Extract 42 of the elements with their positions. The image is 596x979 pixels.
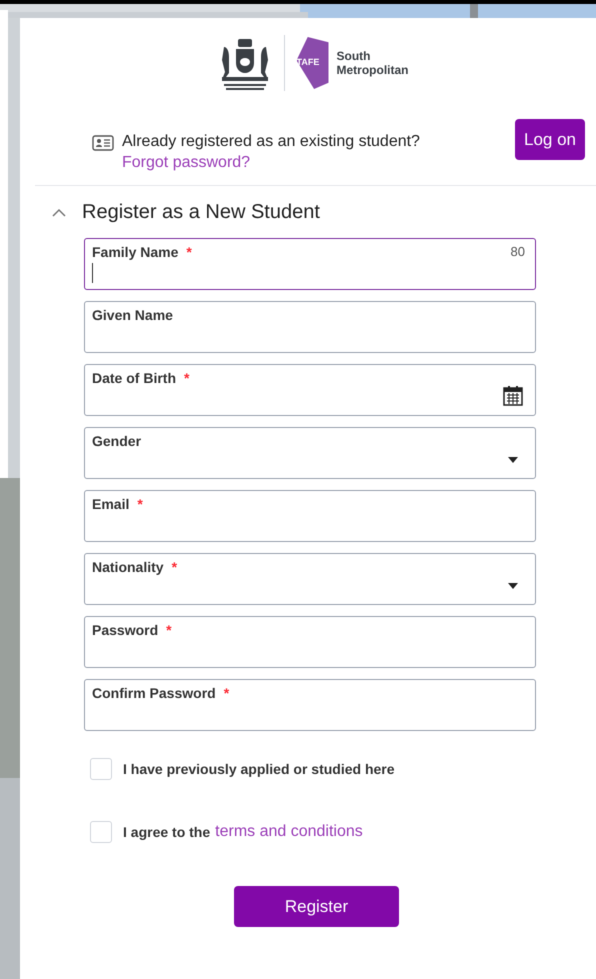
log-on-button[interactable]: Log on — [515, 119, 585, 160]
checkbox[interactable] — [90, 821, 112, 843]
field-label: Gender — [92, 433, 142, 449]
id-card-icon — [92, 135, 114, 151]
character-counter: 80 — [510, 243, 525, 261]
register-button[interactable]: Register — [234, 886, 399, 927]
input-field[interactable]: Confirm Password * — [84, 679, 536, 731]
input-field[interactable]: Gender — [84, 427, 536, 479]
field-label: Password — [92, 622, 158, 638]
field-label: Given Name — [92, 307, 173, 323]
dropdown-caret-icon[interactable] — [508, 583, 518, 589]
field-label: Family Name — [92, 244, 178, 260]
required-mark: * — [172, 559, 178, 575]
required-mark: * — [184, 370, 190, 386]
checkbox[interactable] — [90, 758, 112, 780]
input-field[interactable]: Date of Birth * — [84, 364, 536, 416]
required-mark: * — [137, 496, 143, 512]
input-field[interactable]: Family Name * 80 — [84, 238, 536, 290]
logo-text: South — [336, 49, 372, 63]
required-mark: * — [224, 685, 230, 701]
input-field[interactable]: Nationality * — [84, 553, 536, 605]
required-mark: * — [186, 244, 192, 260]
input-field[interactable]: Password * — [84, 616, 536, 668]
logo-text: Metropolitan — [336, 63, 408, 77]
login-prompt: Already registered as an existing student? — [122, 132, 421, 152]
field-label: Date of Birth — [92, 370, 176, 386]
text-cursor — [92, 263, 93, 283]
tafe-logo: TAFE — [296, 37, 328, 89]
dropdown-caret-icon[interactable] — [508, 457, 518, 463]
checkbox-label: I agree to the — [123, 822, 210, 842]
chevron-up-icon[interactable] — [52, 208, 66, 216]
field-label: Nationality — [92, 559, 164, 575]
required-mark: * — [166, 622, 172, 638]
terms-link[interactable]: terms and conditions — [215, 820, 363, 844]
forgot-password-link[interactable]: Forgot password? — [122, 152, 250, 173]
field-label: Confirm Password — [92, 685, 216, 701]
field-label: Email — [92, 496, 130, 512]
input-field[interactable]: Email * — [84, 490, 536, 542]
calendar-icon[interactable] — [503, 385, 523, 406]
section-title: Register as a New Student — [82, 200, 320, 225]
checkbox-label: I have previously applied or studied here — [123, 760, 395, 779]
input-field[interactable]: Given Name — [84, 301, 536, 353]
